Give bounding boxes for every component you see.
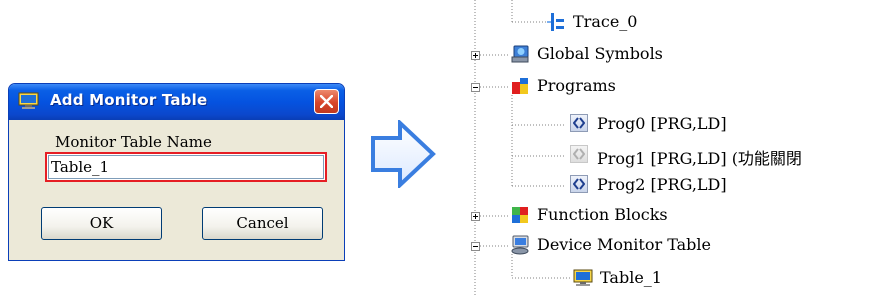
dialog-body: Monitor Table Name Table_1 OK Cancel <box>13 120 340 260</box>
tree-item-label: Global Symbols <box>537 44 663 63</box>
right-arrow-icon <box>371 120 436 188</box>
monitor-table-name-label: Monitor Table Name <box>55 133 212 151</box>
tree-item-label: Trace_0 <box>573 12 638 31</box>
programs-icon <box>512 78 528 94</box>
monitor-icon <box>18 92 39 109</box>
program-icon <box>570 175 588 193</box>
collapse-toggle[interactable] <box>471 83 480 92</box>
monitor-table-name-value: Table_1 <box>51 158 110 176</box>
close-button[interactable] <box>314 89 339 114</box>
dialog-title: Add Monitor Table <box>50 91 208 109</box>
dialog-title-bar[interactable]: Add Monitor Table <box>9 84 344 120</box>
expand-toggle[interactable] <box>471 51 480 60</box>
tree-item-label: Programs <box>537 76 616 95</box>
expand-toggle[interactable] <box>471 212 480 221</box>
project-tree: Trace_0 Global Symbols Programs Prog0 [P… <box>460 0 875 296</box>
tree-item-label: Function Blocks <box>537 205 668 224</box>
tree-item-label: Prog2 [PRG,LD] <box>597 175 727 194</box>
tree-item-label: Device Monitor Table <box>537 235 711 254</box>
function-blocks-icon <box>512 207 528 223</box>
monitor-table-icon <box>573 269 593 286</box>
tree-item-label: Prog1 [PRG,LD] (功能關閉 <box>597 149 802 168</box>
tree-item-label: Prog0 [PRG,LD] <box>597 114 727 133</box>
collapse-toggle[interactable] <box>471 242 480 251</box>
program-disabled-icon <box>570 145 588 163</box>
tree-item-label: Table_1 <box>600 268 662 287</box>
cancel-button[interactable]: Cancel <box>202 207 323 240</box>
ok-button[interactable]: OK <box>41 207 162 240</box>
monitor-table-name-input[interactable]: Table_1 <box>45 152 327 182</box>
global-symbols-icon <box>511 45 529 63</box>
trace-icon <box>547 13 564 31</box>
program-icon <box>570 114 588 132</box>
close-icon <box>320 95 333 108</box>
device-monitor-icon <box>511 235 529 255</box>
add-monitor-table-dialog: Add Monitor Table Monitor Table Name Tab… <box>8 83 345 261</box>
